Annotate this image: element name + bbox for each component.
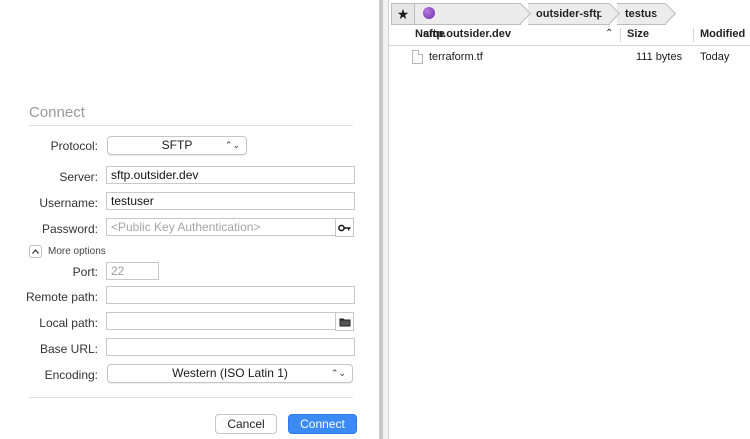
more-options-toggle[interactable] — [29, 245, 42, 258]
file-size: 111 bytes — [636, 51, 683, 63]
remote-path-label: Remote path: — [25, 290, 98, 304]
breadcrumb-label: testuser — [625, 8, 668, 20]
file-row[interactable]: terraform.tf 111 bytes Today — [389, 47, 750, 67]
column-divider[interactable] — [620, 28, 621, 42]
column-size[interactable]: Size — [627, 25, 649, 45]
choose-folder-button[interactable] — [335, 312, 354, 331]
server-label: Server: — [59, 170, 98, 184]
chevron-updown-icon: ⌃⌄ — [224, 140, 240, 150]
bookmark-button[interactable]: ★ — [391, 3, 415, 25]
local-path-label: Local path: — [39, 316, 98, 330]
password-field[interactable] — [106, 218, 336, 236]
server-field[interactable] — [106, 166, 355, 184]
protocol-label: Protocol: — [50, 139, 98, 153]
base-url-label: Base URL: — [39, 342, 98, 356]
connect-dialog: Connect Protocol: SFTP ⌃⌄ Server: Userna… — [0, 0, 379, 439]
dialog-title: Connect — [29, 104, 85, 121]
breadcrumb-server[interactable]: sftp.outsider.dev — [415, 3, 521, 40]
port-label: Port: — [72, 265, 98, 279]
port-field[interactable] — [106, 262, 159, 280]
connect-button[interactable]: Connect — [288, 414, 357, 434]
username-field[interactable] — [106, 192, 355, 210]
protocol-select[interactable]: SFTP ⌃⌄ — [107, 136, 247, 155]
protocol-value: SFTP — [161, 138, 193, 152]
footer-divider — [29, 397, 353, 398]
breadcrumb-label: sftp.outsider.dev — [423, 28, 512, 40]
encoding-value: Western (ISO Latin 1) — [172, 366, 288, 380]
chevron-up-icon — [32, 249, 39, 254]
file-modified: Today — [700, 51, 730, 63]
column-divider[interactable] — [693, 28, 694, 42]
file-icon — [412, 50, 423, 64]
breadcrumb-folder[interactable]: outsider-sftp — [528, 3, 610, 25]
path-bar: ★ sftp.outsider.dev outsider-sftp testus… — [389, 3, 689, 40]
globe-icon — [423, 7, 435, 19]
file-browser: ★ sftp.outsider.dev outsider-sftp testus… — [389, 0, 750, 439]
sort-up-icon: ⌃ — [605, 28, 614, 39]
remote-path-field[interactable] — [106, 286, 355, 304]
base-url-field[interactable] — [106, 338, 355, 356]
more-options-label: More options — [48, 246, 106, 257]
local-path-field[interactable] — [106, 312, 336, 330]
breadcrumb-label: outsider-sftp — [536, 8, 604, 20]
folder-icon — [339, 318, 350, 326]
encoding-label: Encoding: — [44, 368, 98, 382]
cancel-button[interactable]: Cancel — [215, 414, 277, 434]
file-name: terraform.tf — [429, 51, 483, 63]
title-divider — [29, 125, 353, 126]
key-button[interactable] — [335, 218, 354, 237]
column-modified[interactable]: Modified — [700, 25, 745, 45]
username-label: Username: — [39, 196, 98, 210]
chevron-updown-icon: ⌃⌄ — [330, 368, 346, 378]
breadcrumb-current[interactable]: testuser — [617, 3, 668, 25]
star-icon: ★ — [396, 6, 410, 22]
password-label: Password: — [41, 222, 98, 236]
encoding-select[interactable]: Western (ISO Latin 1) ⌃⌄ — [107, 364, 353, 383]
key-icon — [338, 224, 351, 231]
